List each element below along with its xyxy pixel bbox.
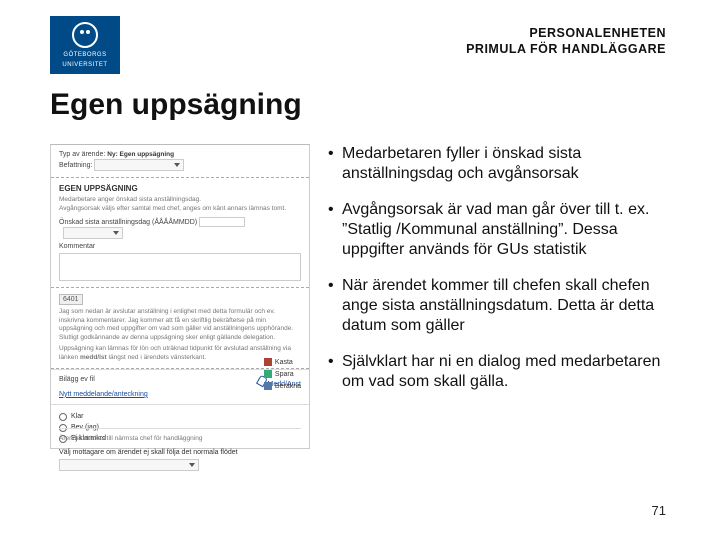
app-screenshot: Typ av ärende: Ny: Egen uppsägning Befat… (50, 144, 310, 449)
bullet-list: Medarbetaren fyller i önskad sista anstä… (328, 144, 668, 408)
ss-action-kasta[interactable]: Kasta (264, 358, 301, 366)
ss-befattning-label: Befattning: (59, 162, 92, 169)
ss-radio-klar-label: Klar (71, 413, 83, 420)
ss-lastday-input[interactable] (199, 217, 245, 227)
university-logo: GÖTEBORGS UNIVERSITET (50, 16, 120, 74)
page-number: 71 (652, 503, 666, 518)
ss-flow-select[interactable] (59, 459, 199, 471)
ss-bottom-text: Ärendet skickas till närmsta chef för ha… (59, 428, 301, 442)
header-line2: PRIMULA FÖR HANDLÄGGARE (466, 42, 666, 58)
ss-lastday-label: Önskad sista anställningsdag (ÅÅÅÅMMDD) (59, 219, 197, 226)
ss-comment-textarea[interactable] (59, 253, 301, 281)
header: GÖTEBORGS UNIVERSITET PERSONALENHETEN PR… (0, 16, 720, 76)
ss-action-spara-label: Spara (275, 371, 294, 378)
bullet-item: När ärendet kommer till chefen skall che… (328, 276, 668, 336)
ss-befattning-select[interactable] (94, 159, 184, 171)
save-icon (264, 370, 272, 378)
ss-medd-hint-post: längst ned i ärendets vänsterkant. (109, 354, 207, 361)
ss-action-kasta-label: Kasta (275, 359, 293, 366)
bullet-item: Självklart har ni en dialog med medarbet… (328, 352, 668, 392)
ss-action-berakna-label: Beräkna (275, 383, 301, 390)
ss-cause-select[interactable] (63, 227, 123, 239)
header-line1: PERSONALENHETEN (466, 26, 666, 42)
ss-header-block: Typ av ärende: Ny: Egen uppsägning Befat… (51, 145, 309, 178)
calculator-icon (264, 382, 272, 390)
ss-action-spara[interactable]: Spara (264, 370, 301, 378)
ss-new-note-link[interactable]: Nytt meddelande/anteckning (59, 391, 148, 398)
ss-comment-label: Kommentar (59, 243, 301, 250)
ss-type-value: Ny: Egen uppsägning (107, 151, 174, 158)
radio-icon (59, 413, 67, 421)
ss-actions: Kasta Spara Beräkna (264, 358, 301, 390)
ss-info-block: 6401 Jag som nedan är avslutar anställni… (51, 288, 309, 369)
slide: GÖTEBORGS UNIVERSITET PERSONALENHETEN PR… (0, 0, 720, 540)
ss-flow-label: Välj mottagare om ärendet ej skall följa… (59, 449, 301, 456)
ss-section-title: EGEN UPPSÄGNING (59, 184, 301, 193)
logo-text-1: GÖTEBORGS (63, 52, 106, 58)
ss-medd-link-strong: medd/lst (80, 354, 107, 361)
ss-attach-label: Bilägg ev fil (59, 376, 95, 383)
logo-text-2: UNIVERSITET (62, 62, 107, 68)
ss-action-berakna[interactable]: Beräkna (264, 382, 301, 390)
ss-radio-klar[interactable]: Klar (59, 413, 301, 421)
slide-title: Egen uppsägning (50, 88, 302, 121)
logo-seal-icon (72, 22, 98, 48)
ss-section-desc2: Avgångsorsak väljs efter samtal med chef… (59, 205, 301, 213)
ss-code-badge: 6401 (59, 294, 83, 305)
bullet-item: Avgångsorsak är vad man går över till t.… (328, 200, 668, 260)
ss-info-text: Jag som nedan är avslutar anställning i … (59, 308, 301, 342)
ss-type-label: Typ av ärende: (59, 151, 105, 158)
trash-icon (264, 358, 272, 366)
header-text: PERSONALENHETEN PRIMULA FÖR HANDLÄGGARE (466, 26, 666, 57)
bullet-item: Medarbetaren fyller i önskad sista anstä… (328, 144, 668, 184)
ss-section-block: EGEN UPPSÄGNING Medarbetare anger önskad… (51, 178, 309, 288)
ss-section-desc: Medarbetare anger önskad sista anställni… (59, 196, 301, 204)
